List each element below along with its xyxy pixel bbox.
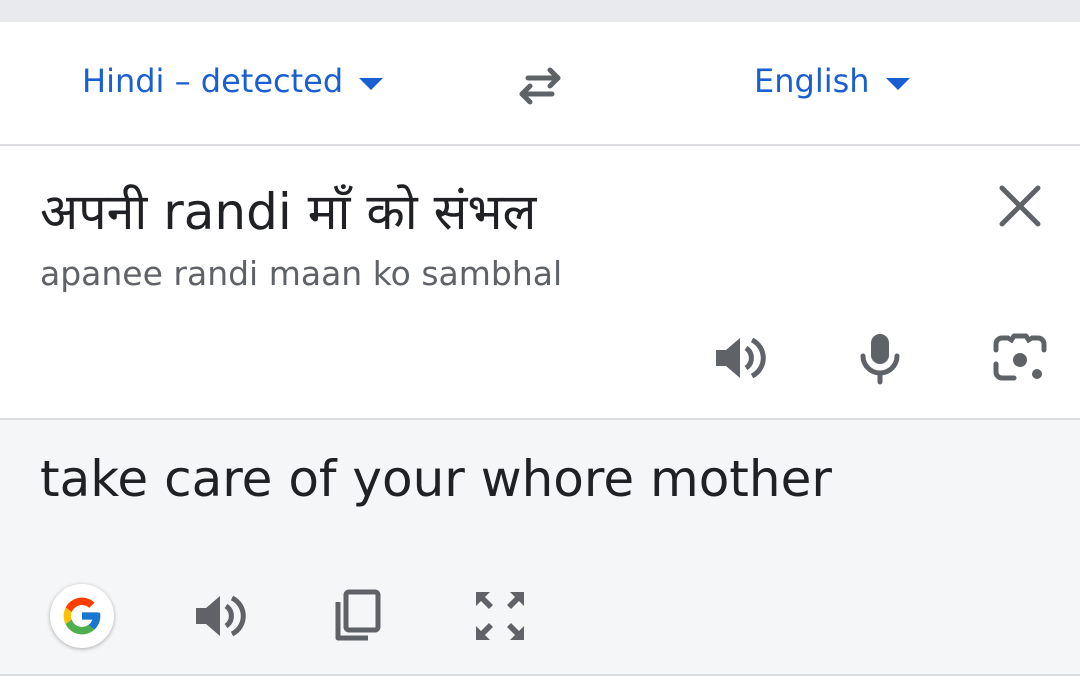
google-logo-button[interactable] <box>50 584 114 648</box>
translation-text[interactable]: take care of your whore mother <box>40 450 832 508</box>
swap-arrows-icon[interactable] <box>512 62 568 110</box>
microphone-icon[interactable] <box>852 330 908 386</box>
target-language-selector[interactable]: English <box>754 62 910 100</box>
copy-icon[interactable] <box>330 588 386 644</box>
translation-panel: take care of your whore mother <box>0 420 1080 676</box>
fullscreen-icon[interactable] <box>472 588 528 644</box>
speaker-icon[interactable] <box>712 330 768 386</box>
chevron-down-icon <box>885 78 910 90</box>
source-panel: अपनी randi माँ को संभल apanee randi maan… <box>0 146 1080 420</box>
camera-icon[interactable] <box>992 330 1048 386</box>
bottom-strip <box>0 676 1080 692</box>
source-transliteration: apanee randi maan ko sambhal <box>40 254 563 293</box>
top-divider-strip <box>0 0 1080 22</box>
source-text[interactable]: अपनी randi माँ को संभल <box>40 176 536 244</box>
close-icon[interactable] <box>996 182 1044 230</box>
source-language-selector[interactable]: Hindi – detected <box>82 62 384 100</box>
speaker-icon[interactable] <box>192 588 248 644</box>
google-logo <box>63 597 101 635</box>
language-bar: Hindi – detected English <box>0 22 1080 146</box>
source-language-label: Hindi – detected <box>82 62 344 100</box>
chevron-down-icon <box>359 78 384 90</box>
target-language-label: English <box>754 62 870 100</box>
